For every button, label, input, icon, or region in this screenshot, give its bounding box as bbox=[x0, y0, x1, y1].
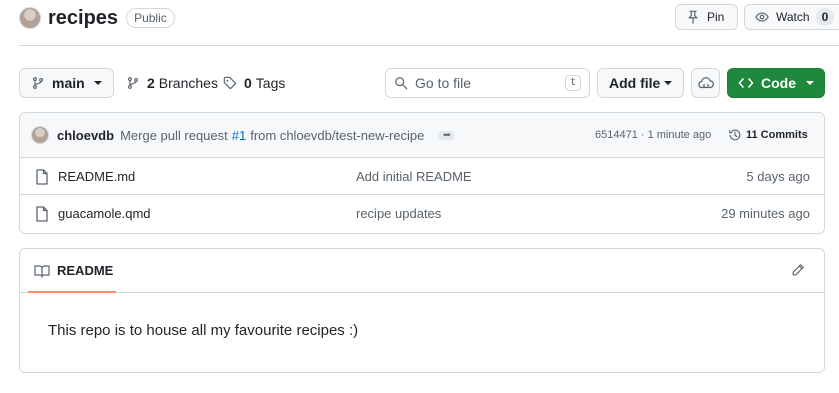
tag-icon bbox=[223, 76, 237, 90]
commit-author-avatar[interactable] bbox=[31, 126, 49, 144]
file-icon bbox=[35, 169, 49, 188]
active-tab-underline bbox=[28, 291, 116, 293]
readme-tab-label: README bbox=[57, 263, 114, 278]
commit-pr-link[interactable]: #1 bbox=[232, 128, 246, 143]
book-icon bbox=[34, 264, 50, 278]
header-divider bbox=[19, 45, 839, 46]
file-list: chloevdb Merge pull request #1 from chlo… bbox=[19, 112, 825, 234]
file-row[interactable]: guacamole.qmd recipe updates 29 minutes … bbox=[20, 195, 824, 232]
owner-avatar[interactable] bbox=[19, 7, 41, 29]
commits-count-label: 11 Commits bbox=[746, 129, 808, 141]
code-button[interactable]: Code bbox=[727, 68, 825, 98]
readme-content: This repo is to house all my favourite r… bbox=[20, 293, 824, 368]
commit-message-prefix[interactable]: Merge pull request bbox=[120, 128, 228, 143]
branch-select-button[interactable]: main bbox=[19, 68, 114, 98]
pin-label: Pin bbox=[707, 10, 725, 24]
watch-count: 0 bbox=[815, 8, 835, 26]
readme-tab[interactable]: README bbox=[34, 263, 113, 278]
latest-commit-bar: chloevdb Merge pull request #1 from chlo… bbox=[20, 113, 824, 158]
pin-icon bbox=[686, 10, 700, 24]
file-commit-message[interactable]: Add initial README bbox=[356, 169, 472, 184]
watch-label: Watch bbox=[776, 10, 810, 24]
file-commit-message[interactable]: recipe updates bbox=[356, 206, 441, 221]
branches-label: Branches bbox=[158, 75, 218, 91]
branches-count: 2 bbox=[147, 75, 155, 91]
file-toolbar: main 2 Branches 0 Tags Go to file t Add … bbox=[0, 68, 839, 98]
watch-button[interactable]: Watch 0 bbox=[744, 4, 839, 30]
add-file-label: Add file bbox=[609, 75, 661, 91]
tags-count: 0 bbox=[244, 75, 252, 91]
file-icon bbox=[35, 206, 49, 225]
file-name[interactable]: guacamole.qmd bbox=[58, 206, 151, 221]
commit-meta[interactable]: 6514471 · 1 minute ago bbox=[595, 129, 711, 141]
chevron-down-icon bbox=[94, 81, 102, 85]
codespaces-button[interactable] bbox=[691, 68, 720, 98]
pin-button[interactable]: Pin bbox=[675, 4, 738, 30]
code-icon bbox=[738, 76, 754, 90]
commit-expand-button[interactable]: ••• bbox=[438, 130, 455, 140]
search-placeholder: Go to file bbox=[415, 75, 472, 91]
file-commit-time: 29 minutes ago bbox=[721, 206, 810, 221]
branch-name: main bbox=[52, 75, 85, 91]
branch-icon bbox=[126, 76, 140, 90]
commit-author[interactable]: chloevdb bbox=[57, 128, 114, 143]
file-name[interactable]: README.md bbox=[58, 169, 135, 184]
repo-name[interactable]: recipes bbox=[48, 7, 118, 30]
codespaces-icon bbox=[697, 76, 714, 90]
chevron-down-icon bbox=[664, 81, 672, 85]
commit-message-suffix[interactable]: from chloevdb/test-new-recipe bbox=[250, 128, 424, 143]
search-shortcut-key: t bbox=[564, 75, 581, 91]
go-to-file-input[interactable]: Go to file t bbox=[385, 68, 590, 98]
add-file-button[interactable]: Add file bbox=[597, 68, 684, 98]
branch-icon bbox=[31, 76, 45, 90]
visibility-badge: Public bbox=[126, 8, 175, 28]
code-label: Code bbox=[761, 75, 796, 91]
chevron-down-icon bbox=[806, 81, 814, 85]
file-row[interactable]: README.md Add initial README 5 days ago bbox=[20, 158, 824, 195]
history-icon bbox=[728, 128, 742, 142]
tags-label: Tags bbox=[255, 75, 286, 91]
tags-link[interactable]: 0 Tags bbox=[223, 68, 285, 98]
search-icon bbox=[394, 76, 408, 90]
readme-panel: README This repo is to house all my favo… bbox=[19, 248, 825, 373]
readme-header: README bbox=[20, 249, 824, 293]
pencil-icon[interactable] bbox=[791, 263, 805, 277]
file-commit-time: 5 days ago bbox=[746, 168, 810, 184]
branches-link[interactable]: 2 Branches bbox=[126, 68, 218, 98]
commits-history-link[interactable]: 11 Commits bbox=[728, 128, 808, 142]
readme-text: This repo is to house all my favourite r… bbox=[48, 322, 359, 339]
eye-icon bbox=[755, 10, 769, 24]
